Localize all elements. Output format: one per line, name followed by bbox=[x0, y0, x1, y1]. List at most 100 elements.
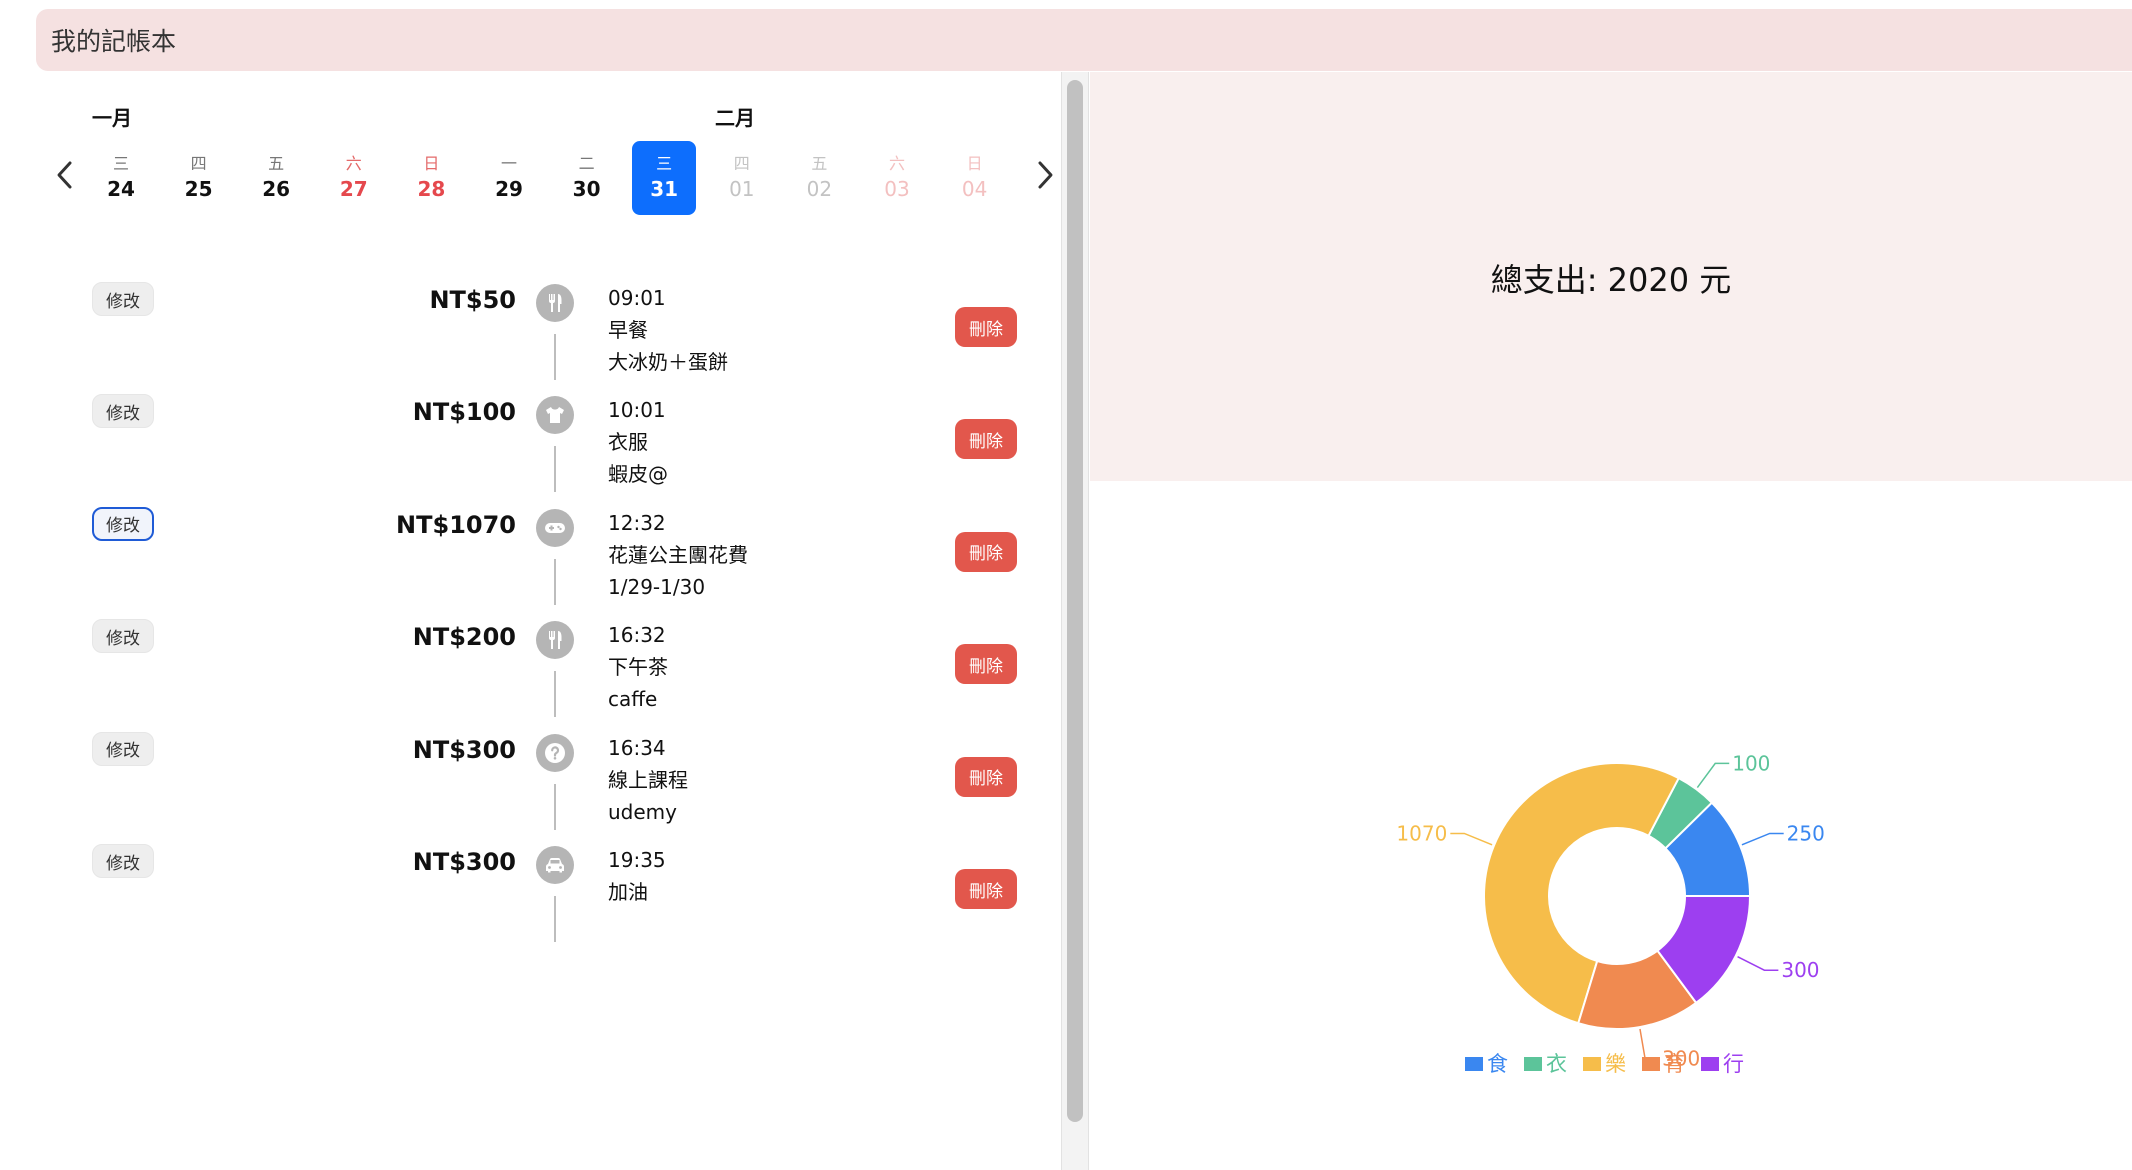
day-number: 27 bbox=[339, 177, 368, 201]
question-icon bbox=[536, 733, 574, 772]
entry-note: udemy bbox=[608, 799, 677, 824]
day-25[interactable]: 四 25 bbox=[167, 141, 231, 215]
day-31[interactable]: 三 31 bbox=[632, 141, 697, 215]
slice-leader-line bbox=[1639, 1028, 1660, 1060]
day-weekday: 日 bbox=[423, 154, 440, 173]
slice-leader-line bbox=[1741, 832, 1784, 846]
edit-button[interactable]: 修改 bbox=[92, 844, 154, 878]
day-29[interactable]: 一 29 bbox=[477, 141, 541, 215]
utensils-icon bbox=[536, 621, 574, 660]
expense-donut-chart: 2501001070300300食衣樂育行 bbox=[1396, 751, 1825, 1076]
slice-value-label: 250 bbox=[1787, 821, 1825, 845]
legend-swatch bbox=[1524, 1057, 1542, 1071]
day-number: 03 bbox=[884, 177, 910, 201]
timeline-connector bbox=[554, 671, 556, 718]
chevron-right-icon bbox=[1038, 161, 1053, 189]
summary-panel: 總支出: 2020 元 bbox=[1090, 72, 2132, 481]
scrollbar-thumb[interactable] bbox=[1067, 80, 1083, 1122]
car-icon bbox=[536, 846, 574, 884]
legend-label[interactable]: 食 bbox=[1487, 1052, 1508, 1076]
entry-amount: NT$1070 bbox=[396, 510, 516, 539]
entry-details: 19:35 加油 bbox=[608, 844, 666, 908]
month-label-february: 二月 bbox=[715, 106, 755, 130]
legend-swatch bbox=[1583, 1057, 1601, 1071]
day-weekday: 六 bbox=[345, 154, 362, 173]
day-number: 30 bbox=[572, 177, 601, 201]
day-number: 31 bbox=[650, 177, 679, 201]
day-number: 29 bbox=[495, 177, 523, 201]
day-number: 28 bbox=[417, 177, 446, 201]
legend-label[interactable]: 育 bbox=[1664, 1052, 1685, 1076]
day-26[interactable]: 五 26 bbox=[244, 141, 308, 215]
app-title: 我的記帳本 bbox=[51, 27, 177, 56]
timeline-connector bbox=[554, 446, 556, 493]
day-04[interactable]: 日 04 bbox=[943, 141, 1007, 215]
day-28[interactable]: 日 28 bbox=[399, 141, 463, 215]
slice-value-label: 100 bbox=[1732, 751, 1770, 775]
entry-note: 蝦皮@ bbox=[608, 462, 668, 487]
slice-value-label: 300 bbox=[1781, 958, 1819, 982]
slice-leader-line bbox=[1696, 762, 1730, 788]
day-number: 24 bbox=[107, 177, 135, 201]
day-02[interactable]: 五 02 bbox=[787, 141, 851, 215]
total-expense: 總支出: 2020 元 bbox=[1490, 261, 1732, 299]
edit-button[interactable]: 修改 bbox=[92, 619, 154, 654]
day-weekday: 四 bbox=[190, 154, 207, 173]
chevron-left-icon bbox=[57, 161, 72, 189]
entry-amount: NT$300 bbox=[412, 848, 516, 876]
expense-entry: 修改 NT$300 19:35 加油 刪除 bbox=[0, 844, 1060, 956]
slice-value-label: 1070 bbox=[1396, 821, 1447, 845]
delete-button[interactable]: 刪除 bbox=[955, 531, 1017, 572]
day-weekday: 六 bbox=[888, 154, 905, 173]
edit-button[interactable]: 修改 bbox=[92, 282, 154, 316]
prev-week-button[interactable] bbox=[50, 157, 80, 193]
expense-entry: 修改 NT$1070 12:32 花蓮公主團花費 1/29-1/30 刪除 bbox=[0, 506, 1060, 619]
legend-label[interactable]: 行 bbox=[1723, 1052, 1744, 1076]
timeline-connector bbox=[554, 558, 556, 605]
day-weekday: 四 bbox=[733, 154, 750, 173]
entry-details: 10:01 衣服 蝦皮@ bbox=[608, 394, 668, 490]
day-30[interactable]: 二 30 bbox=[555, 141, 619, 215]
entry-title: 衣服 bbox=[608, 430, 648, 455]
entry-title: 花蓮公主團花費 bbox=[608, 542, 748, 567]
entry-time: 19:35 bbox=[608, 848, 666, 872]
expense-entry: 修改 NT$300 16:34 線上課程 udemy 刪除 bbox=[0, 731, 1060, 844]
entry-time: 16:32 bbox=[608, 623, 666, 648]
day-03[interactable]: 六 03 bbox=[865, 141, 929, 215]
month-label-january: 一月 bbox=[92, 106, 132, 130]
entry-amount: NT$100 bbox=[412, 398, 516, 427]
entry-amount: NT$50 bbox=[429, 286, 516, 314]
entry-details: 16:32 下午茶 caffe bbox=[608, 619, 668, 715]
timeline-connector bbox=[554, 896, 556, 942]
day-weekday: 五 bbox=[811, 154, 828, 173]
slice-leader-line bbox=[1450, 832, 1493, 846]
delete-button[interactable]: 刪除 bbox=[955, 419, 1017, 460]
delete-button[interactable]: 刪除 bbox=[955, 307, 1017, 347]
day-01[interactable]: 四 01 bbox=[710, 141, 774, 215]
delete-button[interactable]: 刪除 bbox=[955, 644, 1017, 685]
day-weekday: 一 bbox=[500, 154, 517, 173]
day-weekday: 日 bbox=[966, 154, 983, 173]
tshirt-icon bbox=[536, 396, 574, 435]
entry-time: 12:32 bbox=[608, 510, 666, 535]
gamepad-icon bbox=[536, 508, 574, 547]
legend-label[interactable]: 衣 bbox=[1546, 1052, 1567, 1076]
delete-button[interactable]: 刪除 bbox=[955, 756, 1017, 797]
edit-button[interactable]: 修改 bbox=[92, 731, 154, 766]
legend-swatch bbox=[1465, 1057, 1483, 1071]
entry-note: caffe bbox=[608, 687, 658, 712]
entry-title: 下午茶 bbox=[608, 655, 668, 680]
entry-title: 早餐 bbox=[608, 318, 648, 342]
day-27[interactable]: 六 27 bbox=[322, 141, 386, 215]
app-header: 我的記帳本 bbox=[36, 9, 2132, 71]
day-24[interactable]: 三 24 bbox=[89, 141, 153, 215]
entry-details: 12:32 花蓮公主團花費 1/29-1/30 bbox=[608, 507, 748, 603]
delete-button[interactable]: 刪除 bbox=[955, 869, 1017, 909]
legend-label[interactable]: 樂 bbox=[1605, 1052, 1626, 1076]
next-week-button[interactable] bbox=[1030, 157, 1060, 193]
edit-button[interactable]: 修改 bbox=[92, 394, 154, 429]
edit-button[interactable]: 修改 bbox=[92, 506, 154, 541]
day-number: 25 bbox=[184, 177, 213, 201]
day-weekday: 三 bbox=[112, 154, 129, 173]
day-number: 04 bbox=[961, 177, 988, 201]
